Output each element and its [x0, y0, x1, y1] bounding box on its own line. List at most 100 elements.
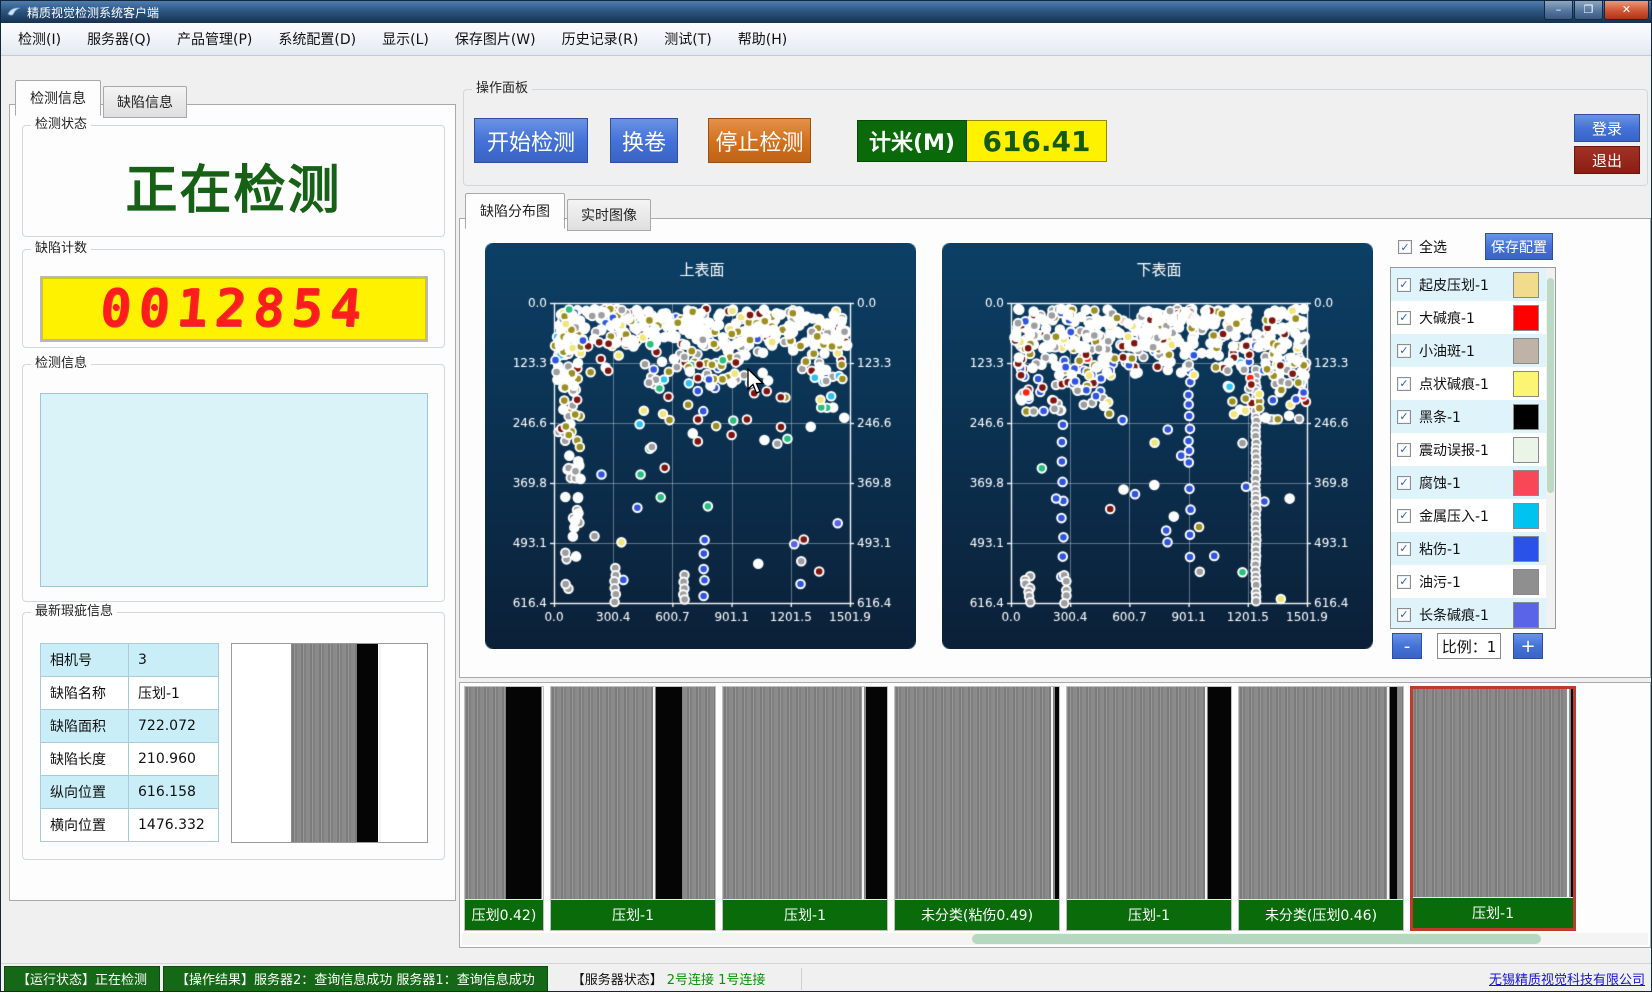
- menu-item[interactable]: 帮助(H): [725, 24, 800, 54]
- select-all-row: ✓ 全选: [1398, 237, 1447, 257]
- legend-label: 腐蚀-1: [1419, 473, 1461, 493]
- legend-checkbox[interactable]: ✓: [1397, 410, 1411, 424]
- tab-defect-distribution[interactable]: 缺陷分布图: [465, 193, 565, 229]
- thumbnail-tile[interactable]: 压划0.42): [464, 686, 544, 931]
- legend-checkbox[interactable]: ✓: [1397, 278, 1411, 292]
- thumbnails-scrollbar[interactable]: [462, 933, 1648, 945]
- legend-items-container: ✓起皮压划-1✓大碱痕-1✓小油斑-1✓点状碱痕-1✓黑条-1✓震动误报-1✓腐…: [1391, 268, 1555, 629]
- detect-status-group: 检测状态 正在检测: [22, 125, 445, 237]
- legend-label: 黑条-1: [1419, 407, 1461, 427]
- menu-item[interactable]: 测试(T): [651, 24, 724, 54]
- operation-panel-group: 操作面板 开始检测 换卷 停止检测 计米(M) 616.41 登录 退出: [463, 89, 1648, 186]
- legend-color-swatch: [1513, 536, 1539, 562]
- legend-item[interactable]: ✓震动误报-1: [1391, 433, 1555, 466]
- legend-color-swatch: [1513, 602, 1539, 628]
- defect-type-legend-list: ✓起皮压划-1✓大碱痕-1✓小油斑-1✓点状碱痕-1✓黑条-1✓震动误报-1✓腐…: [1390, 267, 1556, 629]
- app-window: 精质视觉检测系统客户端 – ❐ ✕ 检测(I)服务器(Q)产品管理(P)系统配置…: [0, 0, 1652, 992]
- legend-color-swatch: [1513, 437, 1539, 463]
- defect-count-group: 缺陷计数 0012854: [22, 249, 445, 348]
- legend-checkbox[interactable]: ✓: [1397, 476, 1411, 490]
- scale-plus-button[interactable]: +: [1513, 633, 1543, 659]
- save-config-button[interactable]: 保存配置: [1485, 233, 1553, 260]
- menu-item[interactable]: 历史记录(R): [549, 24, 652, 54]
- menu-item[interactable]: 显示(L): [369, 24, 442, 54]
- thumbnail-tile[interactable]: 压划-1: [722, 686, 888, 931]
- scale-minus-button[interactable]: -: [1392, 633, 1422, 659]
- legend-scrollbar[interactable]: [1546, 268, 1555, 628]
- legend-item[interactable]: ✓油污-1: [1391, 565, 1555, 598]
- thumbnails-panel: 压划0.42)压划-1压划-1未分类(粘伤0.49)压划-1未分类(压划0.46…: [459, 682, 1651, 948]
- thumbnail-caption: 压划-1: [723, 899, 887, 930]
- menu-item[interactable]: 产品管理(P): [164, 24, 265, 54]
- legend-checkbox[interactable]: ✓: [1397, 608, 1411, 622]
- legend-color-swatch: [1513, 470, 1539, 496]
- legend-checkbox[interactable]: ✓: [1397, 542, 1411, 556]
- lower-surface-chart[interactable]: [942, 243, 1373, 649]
- left-tabstrip: 检测信息 缺陷信息: [15, 80, 189, 116]
- legend-checkbox[interactable]: ✓: [1397, 311, 1411, 325]
- legend-item[interactable]: ✓ 黑条-1: [1391, 400, 1555, 433]
- scatter-chart-upper-surface[interactable]: [485, 243, 916, 649]
- change-roll-button[interactable]: 换卷: [610, 118, 678, 163]
- thumbnail-caption: 压划-1: [1413, 897, 1573, 928]
- menu-item[interactable]: 系统配置(D): [265, 24, 369, 54]
- detect-status-text: 正在检测: [23, 148, 444, 223]
- legend-item[interactable]: ✓起皮压划-1: [1391, 268, 1555, 301]
- menu-item[interactable]: 检测(I): [5, 24, 74, 54]
- tab-realtime-image[interactable]: 实时图像: [567, 199, 651, 231]
- menu-item[interactable]: 保存图片(W): [442, 24, 549, 54]
- legend-checkbox[interactable]: ✓: [1397, 575, 1411, 589]
- thumbnail-tile[interactable]: 未分类(粘伤0.49): [894, 686, 1060, 931]
- select-all-label: 全选: [1419, 237, 1447, 257]
- preview-black-band: [357, 644, 378, 842]
- thumbnail-tile[interactable]: 压划-1: [1410, 686, 1576, 931]
- company-link[interactable]: 无锡精质视觉科技有限公司: [1489, 969, 1645, 988]
- legend-checkbox[interactable]: ✓: [1397, 509, 1411, 523]
- select-all-checkbox[interactable]: ✓: [1398, 240, 1412, 254]
- stop-detect-button[interactable]: 停止检测: [708, 118, 811, 163]
- legend-item[interactable]: ✓点状碱痕-1: [1391, 367, 1555, 400]
- legend-checkbox[interactable]: ✓: [1397, 377, 1411, 391]
- scatter-chart-lower-surface[interactable]: [942, 243, 1373, 649]
- legend-item[interactable]: ✓长条碱痕-1: [1391, 598, 1555, 629]
- minimize-button[interactable]: –: [1544, 1, 1573, 20]
- thumbnail-tile[interactable]: 压划-1: [550, 686, 716, 931]
- operation-result-badge: 【操作结果】服务器2：查询信息成功 服务器1：查询信息成功: [163, 966, 548, 992]
- table-row: 缺陷长度210.960: [41, 743, 219, 776]
- tab-detect-info[interactable]: 检测信息: [15, 80, 101, 116]
- thumbnail-image: [551, 687, 715, 899]
- latest-defect-group-title: 最新瑕疵信息: [31, 604, 117, 620]
- logout-button[interactable]: 退出: [1574, 146, 1640, 174]
- legend-item[interactable]: ✓小油斑-1: [1391, 334, 1555, 367]
- login-button[interactable]: 登录: [1574, 114, 1640, 142]
- tab-defect-info[interactable]: 缺陷信息: [103, 86, 187, 118]
- upper-surface-chart[interactable]: [485, 243, 916, 649]
- close-button[interactable]: ✕: [1604, 1, 1649, 20]
- thumbnail-image: [465, 687, 543, 899]
- thumbnail-caption: 压划-1: [1067, 899, 1231, 930]
- legend-checkbox[interactable]: ✓: [1397, 344, 1411, 358]
- defect-count-value: 0012854: [97, 279, 370, 339]
- legend-color-swatch: [1513, 404, 1539, 430]
- defect-preview-image[interactable]: [231, 643, 428, 843]
- scale-value-box[interactable]: 比例：1: [1437, 633, 1501, 659]
- legend-scrollbar-thumb[interactable]: [1547, 278, 1554, 493]
- start-detect-button[interactable]: 开始检测: [474, 118, 588, 163]
- legend-item[interactable]: ✓粘伤-1: [1391, 532, 1555, 565]
- thumbnail-tile[interactable]: 压划-1: [1066, 686, 1232, 931]
- table-value: 722.072: [129, 710, 219, 743]
- thumbnail-texture: [1239, 687, 1403, 899]
- legend-checkbox[interactable]: ✓: [1397, 443, 1411, 457]
- legend-item[interactable]: ✓大碱痕-1: [1391, 301, 1555, 334]
- detect-info-box[interactable]: [40, 393, 428, 587]
- statusbar: 【运行状态】正在检测 【操作结果】服务器2：查询信息成功 服务器1：查询信息成功…: [1, 963, 1652, 992]
- legend-item[interactable]: ✓ 腐蚀-1: [1391, 466, 1555, 499]
- thumbnail-white-line: [1387, 687, 1389, 899]
- restore-button[interactable]: ❐: [1574, 1, 1603, 20]
- thumbnail-caption: 压划0.42): [465, 899, 543, 930]
- server-status-label: 【服务器状态】: [572, 973, 663, 988]
- thumbnail-tile[interactable]: 未分类(压划0.46): [1238, 686, 1404, 931]
- legend-item[interactable]: ✓金属压入-1: [1391, 499, 1555, 532]
- menu-item[interactable]: 服务器(Q): [74, 24, 164, 54]
- thumbnails-scrollbar-thumb[interactable]: [972, 934, 1541, 944]
